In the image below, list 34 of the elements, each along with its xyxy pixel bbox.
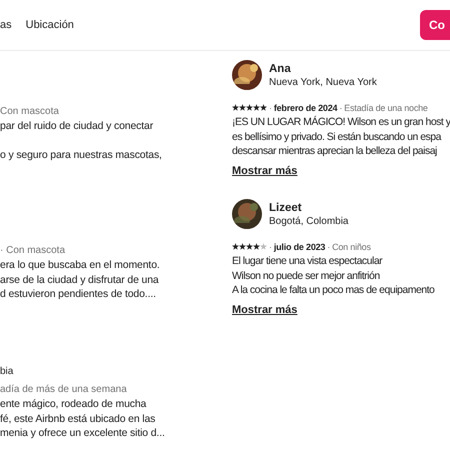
review-date: julio de 2023 bbox=[274, 242, 326, 252]
reviewer-location: Nueva York, Nueva York bbox=[269, 76, 377, 88]
review-meta: · Con mascota bbox=[0, 245, 66, 256]
review-meta: adía de más de una semana bbox=[0, 384, 127, 395]
nav-tab[interactable]: as bbox=[0, 19, 12, 31]
review-text: es bellísimo y privado. Si están buscando un espa bbox=[232, 130, 442, 144]
review-meta: Con mascota bbox=[0, 106, 59, 117]
separator-dot: · bbox=[327, 242, 330, 252]
review-text: d estuvieron pendientes de todo.... bbox=[0, 287, 157, 302]
review-text: arse de la ciudad y disfrutar de una bbox=[0, 272, 160, 288]
review-date: febrero de 2024 bbox=[274, 102, 338, 112]
reviewer-name: Lizeet bbox=[269, 202, 303, 214]
show-more-link[interactable]: Mostrar más bbox=[232, 165, 298, 178]
review-text: era lo que buscaba en el momento. bbox=[0, 258, 161, 273]
separator-dot: · bbox=[339, 102, 342, 112]
action-button[interactable]: Co bbox=[420, 10, 450, 40]
nav-tab[interactable]: Ubicación bbox=[26, 19, 74, 31]
show-more-link[interactable]: Mostrar más bbox=[232, 304, 298, 316]
stay-type: Con niños bbox=[332, 242, 371, 252]
stay-type: Estadía de una noche bbox=[344, 102, 428, 112]
review-text: descansar mientras aprecian la belleza del paisaj bbox=[232, 144, 438, 160]
reviewer-location: Bogotá, Colombia bbox=[269, 216, 348, 226]
review-text: o y seguro para nuestras mascotas, bbox=[0, 148, 163, 164]
separator-dot: · bbox=[269, 242, 272, 252]
reviewer-name: Ana bbox=[269, 62, 292, 74]
review-text: Wilson no puede ser mejor anfitrión bbox=[232, 268, 381, 284]
review-text: fé, este Airbnb está ubicado en las bbox=[0, 412, 156, 426]
review-text: menia y ofrece un excelente sitio d... bbox=[0, 426, 166, 442]
review-text: par del ruido de ciudad y conectar bbox=[0, 119, 154, 134]
review-text: El lugar tiene una vista espectacular bbox=[232, 254, 384, 269]
reviewer-location: bia bbox=[0, 366, 14, 377]
review-text: A la cocina le falta un poco mas de equipamento bbox=[232, 283, 436, 298]
review-text: ente mágico, rodeado de mucha bbox=[0, 397, 148, 412]
separator-dot: · bbox=[269, 102, 272, 112]
